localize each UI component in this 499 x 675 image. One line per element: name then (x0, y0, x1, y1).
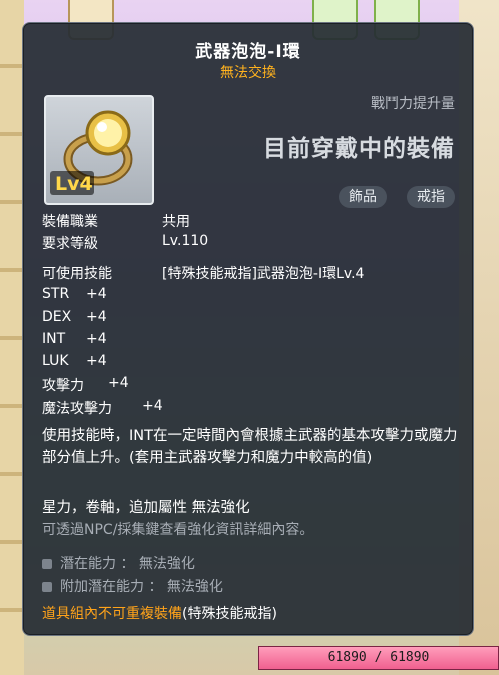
enhance-line: 星力，卷軸，追加屬性 無法強化 (42, 500, 250, 516)
stat-row: 攻擊力 +4 (42, 375, 129, 395)
set-note: 道具組內不可重複裝備 (42, 606, 182, 622)
stat-value: +4 (86, 286, 107, 302)
stat-row: LUK +4 (42, 353, 107, 369)
stat-value: +4 (86, 309, 107, 325)
potential-text: 潛在能力 ： 無法強化 (60, 556, 195, 572)
inventory-background (0, 0, 24, 675)
stat-value: +4 (108, 375, 129, 391)
stat-row: INT +4 (42, 331, 107, 347)
level-badge: Lv4 (55, 173, 93, 195)
bonus-potential-row: 附加潛在能力 ： 無法強化 (42, 576, 223, 596)
stat-name: INT (42, 331, 66, 347)
req-level-label: 要求等級 (42, 236, 98, 252)
tag-accessory: 飾品 (339, 186, 387, 208)
ring-icon: Lv4 (50, 110, 133, 195)
stat-row: DEX +4 (42, 309, 107, 325)
stat-row: STR +4 (42, 286, 107, 302)
stat-value: +4 (142, 398, 163, 414)
potential-bullet-icon (42, 559, 52, 569)
item-title: 武器泡泡-I環 (195, 42, 301, 62)
tag-ring: 戒指 (407, 186, 455, 208)
stat-row: 魔法攻擊力 +4 (42, 398, 163, 418)
item-icon-frame: Lv4 (44, 95, 154, 205)
stat-value: +4 (86, 353, 107, 369)
combat-power-label: 戰鬥力提升量 (371, 96, 455, 112)
skill-value: [特殊技能戒指]武器泡泡-I環Lv.4 (162, 266, 365, 282)
bonus-potential-text: 附加潛在能力 ： 無法強化 (60, 579, 223, 595)
trade-status: 無法交換 (220, 65, 276, 81)
skill-description: 使用技能時，INT在一定時間內會根據主武器的基本攻擊力或魔力部分值上升。(套用主… (42, 428, 458, 466)
stat-value: +4 (86, 331, 107, 347)
stat-name: LUK (42, 353, 69, 369)
help-line: 可透過NPC/採集鍵查看強化資訊詳細內容。 (42, 522, 314, 538)
potential-row: 潛在能力 ： 無法強化 (42, 553, 195, 573)
job-label: 裝備職業 (42, 214, 98, 230)
req-level-value: Lv.110 (162, 233, 209, 249)
job-value: 共用 (162, 214, 190, 230)
req-level-row: 要求等級 Lv.110 (42, 233, 208, 253)
set-note-suffix: (特殊技能戒指) (182, 606, 277, 622)
equipped-label: 目前穿戴中的裝備 (263, 136, 455, 162)
item-tooltip: 武器泡泡-I環 無法交換 戰鬥力提升量 Lv4 目前穿戴中的裝備 飾品 戒指 裝… (22, 22, 474, 636)
skill-row: 可使用技能 [特殊技能戒指]武器泡泡-I環Lv.4 (42, 263, 364, 283)
bonus-potential-bullet-icon (42, 582, 52, 592)
stat-name: DEX (42, 309, 72, 325)
skill-label: 可使用技能 (42, 266, 112, 282)
stat-name: 攻擊力 (42, 378, 84, 394)
job-row: 裝備職業 共用 (42, 211, 190, 231)
stat-name: STR (42, 286, 70, 302)
set-note-row: 道具組內不可重複裝備(特殊技能戒指) (42, 603, 277, 623)
hp-bar: 61890 / 61890 (258, 646, 499, 670)
stat-name: 魔法攻擊力 (42, 401, 112, 417)
